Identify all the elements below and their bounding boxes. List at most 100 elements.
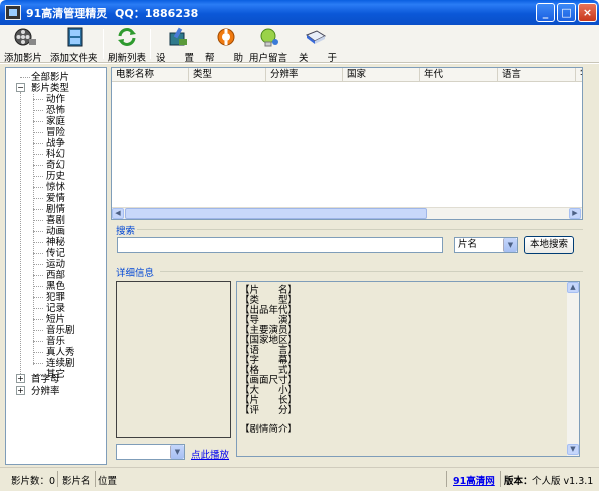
tree-item-genre[interactable]: 短片 (46, 314, 65, 325)
tree-item-genre[interactable]: 记录 (46, 303, 65, 314)
about-button[interactable]: 关 于 (295, 25, 339, 64)
tree-item-genre[interactable]: 恐怖 (46, 105, 65, 116)
add-folder-label: 添加文件夹 (50, 53, 98, 64)
site-link[interactable]: 91高清网 (453, 473, 495, 487)
title-bar[interactable]: 91高清管理精灵 QQ：1886238 _ □ × (0, 0, 599, 25)
column-header[interactable]: 年代 (420, 68, 498, 82)
tree-collapse-toggle[interactable]: − (16, 83, 25, 92)
column-header[interactable]: 国家 (343, 68, 420, 82)
refresh-icon (118, 28, 136, 46)
play-link[interactable]: 点此播放 (191, 447, 229, 461)
window-title: 91高清管理精灵 (26, 7, 108, 20)
help-button[interactable]: 帮 助 (201, 25, 245, 64)
feedback-bulb-icon (260, 28, 278, 47)
status-separator (95, 471, 96, 487)
status-separator (500, 471, 501, 487)
tree-item-genre[interactable]: 动画 (46, 226, 65, 237)
scroll-thumb[interactable] (125, 208, 427, 219)
lifebuoy-icon (217, 28, 235, 46)
tree-line (33, 121, 43, 122)
scroll-right-arrow[interactable]: ▶ (569, 208, 581, 219)
tree-item-genre[interactable]: 惊怵 (46, 182, 65, 193)
column-header[interactable]: 字 (576, 68, 582, 82)
file-select[interactable]: ▼ (116, 444, 185, 460)
chevron-down-icon[interactable]: ▼ (503, 238, 517, 252)
tree-item-genre[interactable]: 犯罪 (46, 292, 65, 303)
tree-item-genre[interactable]: 战争 (46, 138, 65, 149)
tree-item-genre[interactable]: 动作 (46, 94, 65, 105)
minimize-button[interactable]: _ (536, 3, 555, 22)
scroll-left-arrow[interactable]: ◀ (112, 208, 124, 219)
film-reel-icon (14, 28, 36, 46)
tree-item-genre[interactable]: 黑色 (46, 281, 65, 292)
tree-item-all[interactable]: 全部影片 (31, 72, 69, 83)
tree-item-resolution[interactable]: 分辨率 (31, 386, 60, 397)
tree-item-genre[interactable]: 冒险 (46, 127, 65, 138)
category-tree[interactable]: 全部影片 − 影片类型 动作 恐怖 家庭 冒险 战争 科幻 奇幻 历史 惊怵 爱情 剧情 喜剧 动画 神秘… (5, 67, 107, 465)
tree-expand-toggle[interactable]: + (16, 386, 25, 395)
tree-item-genre[interactable]: 家庭 (46, 116, 65, 127)
detail-panel[interactable]: 【片 名】 【类 型】 【出品年代】 【导 演】 【主要演员】 【国家地区】 【语 言】 【字… (236, 281, 580, 457)
status-bar: 影片数：0 影片名 位置 91高清网 版本： 个人版 v1.3.1 (0, 467, 599, 491)
tree-item-initial[interactable]: 首字母 (31, 374, 60, 385)
tree-item-genre[interactable]: 连续剧 (46, 358, 75, 369)
tree-item-genre[interactable]: 运动 (46, 259, 65, 270)
close-button[interactable]: × (578, 3, 597, 22)
version-value: 个人版 v1.3.1 (532, 476, 594, 487)
qq-number: QQ：1886238 (115, 7, 199, 20)
tree-item-genre[interactable]: 奇幻 (46, 160, 65, 171)
tree-line (33, 341, 43, 342)
chevron-down-icon[interactable]: ▼ (170, 445, 184, 459)
tree-line (33, 94, 34, 365)
about-label: 关 于 (299, 53, 338, 64)
tree-line (33, 275, 43, 276)
book-icon (305, 30, 327, 44)
status-separator (57, 471, 58, 487)
refresh-label: 刷新列表 (108, 53, 147, 64)
column-header[interactable]: 语言 (498, 68, 576, 82)
tree-item-genre[interactable]: 科幻 (46, 149, 65, 160)
tree-item-genre[interactable]: 音乐 (46, 336, 65, 347)
tree-item-genre[interactable]: 传记 (46, 248, 65, 259)
movie-list[interactable]: 电影名称 类型 分辨率 国家 年代 语言 字 ◀ ▶ (111, 67, 583, 220)
search-field-value: 片名 (458, 239, 478, 250)
search-input[interactable] (117, 237, 443, 253)
tree-item-genre[interactable]: 音乐剧 (46, 325, 75, 336)
tree-expand-toggle[interactable]: + (16, 374, 25, 383)
tree-line (33, 99, 43, 100)
group-divider (160, 271, 583, 272)
local-search-button[interactable]: 本地搜索 (524, 236, 574, 254)
vertical-scrollbar[interactable]: ▲ ▼ (567, 282, 579, 456)
tree-item-genre[interactable]: 爱情 (46, 193, 65, 204)
feedback-label: 用户留言 (249, 53, 288, 64)
scroll-down-arrow[interactable]: ▼ (567, 444, 579, 455)
detail-field: 【评 分】 (240, 405, 298, 416)
search-field-select[interactable]: 片名 ▼ (454, 237, 518, 253)
column-header[interactable]: 分辨率 (266, 68, 343, 82)
refresh-button[interactable]: 刷新列表 (106, 25, 148, 64)
tree-item-genre[interactable]: 真人秀 (46, 347, 75, 358)
tree-item-genre[interactable]: 西部 (46, 270, 65, 281)
search-group-title: 搜索 (116, 226, 136, 237)
scroll-up-arrow[interactable]: ▲ (567, 282, 579, 293)
tree-item-types[interactable]: 影片类型 (31, 83, 69, 94)
tree-line (33, 319, 43, 320)
add-folder-button[interactable]: 添加文件夹 (48, 25, 100, 64)
tree-line (33, 110, 43, 111)
add-movie-button[interactable]: 添加影片 (2, 25, 48, 64)
maximize-button[interactable]: □ (557, 3, 576, 22)
horizontal-scrollbar[interactable]: ◀ ▶ (112, 207, 582, 219)
movie-count: 影片数：0 (11, 476, 56, 487)
tree-item-genre[interactable]: 喜剧 (46, 215, 65, 226)
synopsis-field: 【剧情简介】 (240, 424, 298, 435)
feedback-button[interactable]: 用户留言 (248, 25, 290, 64)
tree-line (33, 187, 43, 188)
tree-line (33, 132, 43, 133)
column-header[interactable]: 电影名称 (112, 68, 189, 82)
settings-button[interactable]: 设 置 (153, 25, 197, 64)
tree-item-genre[interactable]: 剧情 (46, 204, 65, 215)
tree-item-genre[interactable]: 历史 (46, 171, 65, 182)
tree-item-genre[interactable]: 神秘 (46, 237, 65, 248)
column-header[interactable]: 类型 (189, 68, 266, 82)
tree-line (33, 297, 43, 298)
